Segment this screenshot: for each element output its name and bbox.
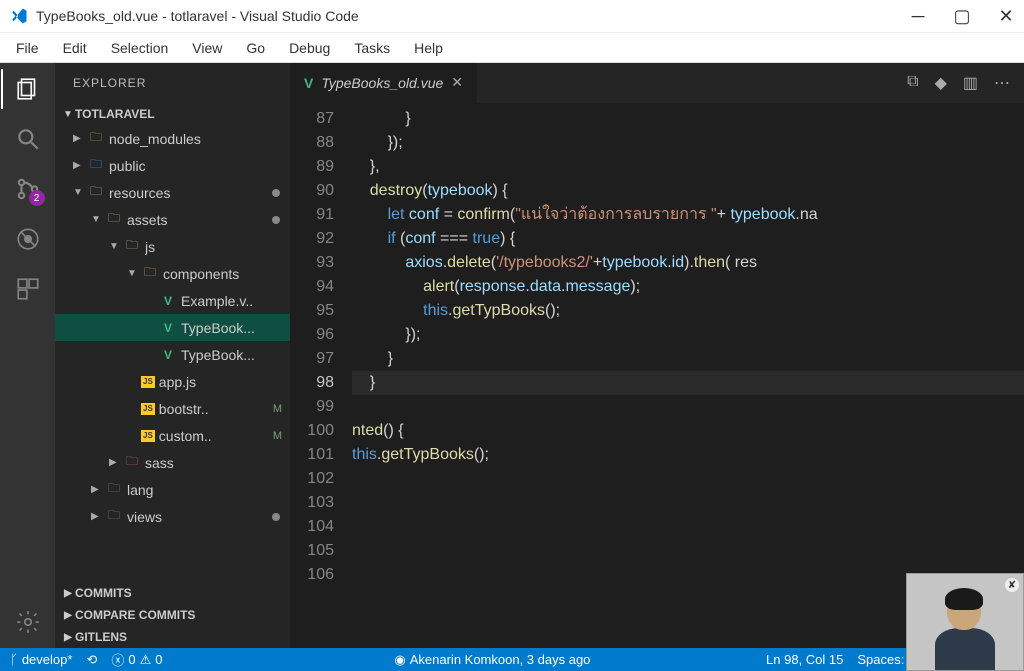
tab-close-icon[interactable]: ✕	[451, 74, 463, 91]
status-position[interactable]: Ln 98, Col 15	[766, 652, 843, 667]
tree-item[interactable]: ▶🗀node_modules	[55, 125, 290, 152]
activity-search-icon[interactable]	[14, 125, 42, 153]
tab-bar: V TypeBooks_old.vue ✕ ⧉ ◆ ▥ ⋯	[290, 63, 1024, 103]
menu-debug[interactable]: Debug	[277, 38, 342, 58]
file-tree: ▶🗀node_modules▶🗀public▼🗀resources▼🗀asset…	[55, 125, 290, 582]
tree-item[interactable]: JScustom..M	[55, 422, 290, 449]
title-bar: TypeBooks_old.vue - totlaravel - Visual …	[0, 0, 1024, 33]
sidebar-title: EXPLORER	[55, 63, 290, 103]
status-bar: ᚴ develop* ⟲ ⓧ 0 ⚠ 0 ◉ Akenarin Komkoon,…	[0, 648, 1024, 671]
section-compare-commits[interactable]: ▶COMPARE COMMITS	[55, 604, 290, 626]
scm-badge: 2	[29, 190, 45, 206]
ribbon-icon: ✘	[1005, 578, 1019, 592]
status-errors[interactable]: ⓧ 0 ⚠ 0	[111, 650, 162, 669]
project-section-head[interactable]: ▼ TOTLARAVEL	[55, 103, 290, 125]
tree-item[interactable]: JSbootstr..M	[55, 395, 290, 422]
tree-item[interactable]: ▶🗀sass	[55, 449, 290, 476]
window-title: TypeBooks_old.vue - totlaravel - Visual …	[36, 8, 910, 24]
status-sync[interactable]: ⟲	[86, 652, 97, 668]
status-branch[interactable]: ᚴ develop*	[10, 652, 72, 667]
tree-item[interactable]: VExample.v..	[55, 287, 290, 314]
tab-typebooks-old[interactable]: V TypeBooks_old.vue ✕	[290, 63, 477, 103]
tab-label: TypeBooks_old.vue	[321, 75, 443, 91]
project-name: TOTLARAVEL	[75, 107, 155, 121]
activity-extensions-icon[interactable]	[14, 275, 42, 303]
menu-bar: File Edit Selection View Go Debug Tasks …	[0, 33, 1024, 63]
main-area: 2 EXPLORER ▼ TOTLARAVEL ▶🗀node_modules▶🗀…	[0, 63, 1024, 648]
activity-scm-icon[interactable]: 2	[14, 175, 42, 203]
code-editor[interactable]: 8788899091929394959697989910010110210310…	[290, 103, 1024, 648]
menu-file[interactable]: File	[4, 38, 51, 58]
more-icon[interactable]: ⋯	[994, 73, 1010, 93]
sidebar: EXPLORER ▼ TOTLARAVEL ▶🗀node_modules▶🗀pu…	[55, 63, 290, 648]
tree-item[interactable]: ▼🗀resources	[55, 179, 290, 206]
tree-item[interactable]: JSapp.js	[55, 368, 290, 395]
menu-help[interactable]: Help	[402, 38, 455, 58]
menu-tasks[interactable]: Tasks	[342, 38, 402, 58]
git-icon[interactable]: ◆	[935, 73, 947, 93]
menu-selection[interactable]: Selection	[99, 38, 181, 58]
split-editor-icon[interactable]: ▥	[963, 73, 978, 93]
tree-item[interactable]: ▼🗀assets	[55, 206, 290, 233]
status-blame[interactable]: ◉ Akenarin Komkoon, 3 days ago	[394, 652, 590, 668]
window-controls: ─ ▢ ✕	[910, 8, 1014, 24]
editor-actions: ⧉ ◆ ▥ ⋯	[893, 73, 1024, 93]
activity-explorer-icon[interactable]	[14, 75, 42, 103]
tree-item[interactable]: VTypeBook...	[55, 314, 290, 341]
menu-view[interactable]: View	[180, 38, 234, 58]
tree-item[interactable]: ▶🗀lang	[55, 476, 290, 503]
vue-icon: V	[304, 75, 313, 91]
tree-item[interactable]: ▼🗀components	[55, 260, 290, 287]
tree-item[interactable]: ▶🗀views	[55, 503, 290, 530]
editor-group: V TypeBooks_old.vue ✕ ⧉ ◆ ▥ ⋯ 8788899091…	[290, 63, 1024, 648]
webcam-overlay: ✘	[906, 573, 1024, 671]
activity-bar: 2	[0, 63, 55, 648]
vscode-icon	[10, 7, 28, 25]
close-button[interactable]: ✕	[998, 8, 1014, 24]
menu-go[interactable]: Go	[234, 38, 277, 58]
maximize-button[interactable]: ▢	[954, 8, 970, 24]
line-gutter: 8788899091929394959697989910010110210310…	[290, 103, 352, 648]
activity-debug-icon[interactable]	[14, 225, 42, 253]
section-commits[interactable]: ▶COMMITS	[55, 582, 290, 604]
tree-item[interactable]: ▼🗀js	[55, 233, 290, 260]
activity-settings-icon[interactable]	[14, 608, 42, 636]
tree-item[interactable]: VTypeBook...	[55, 341, 290, 368]
tree-item[interactable]: ▶🗀public	[55, 152, 290, 179]
compare-icon[interactable]: ⧉	[907, 73, 918, 93]
code-text[interactable]: } }); }, destroy(typebook) { let conf = …	[352, 103, 1024, 648]
minimize-button[interactable]: ─	[910, 8, 926, 24]
menu-edit[interactable]: Edit	[51, 38, 99, 58]
section-gitlens[interactable]: ▶GITLENS	[55, 626, 290, 648]
